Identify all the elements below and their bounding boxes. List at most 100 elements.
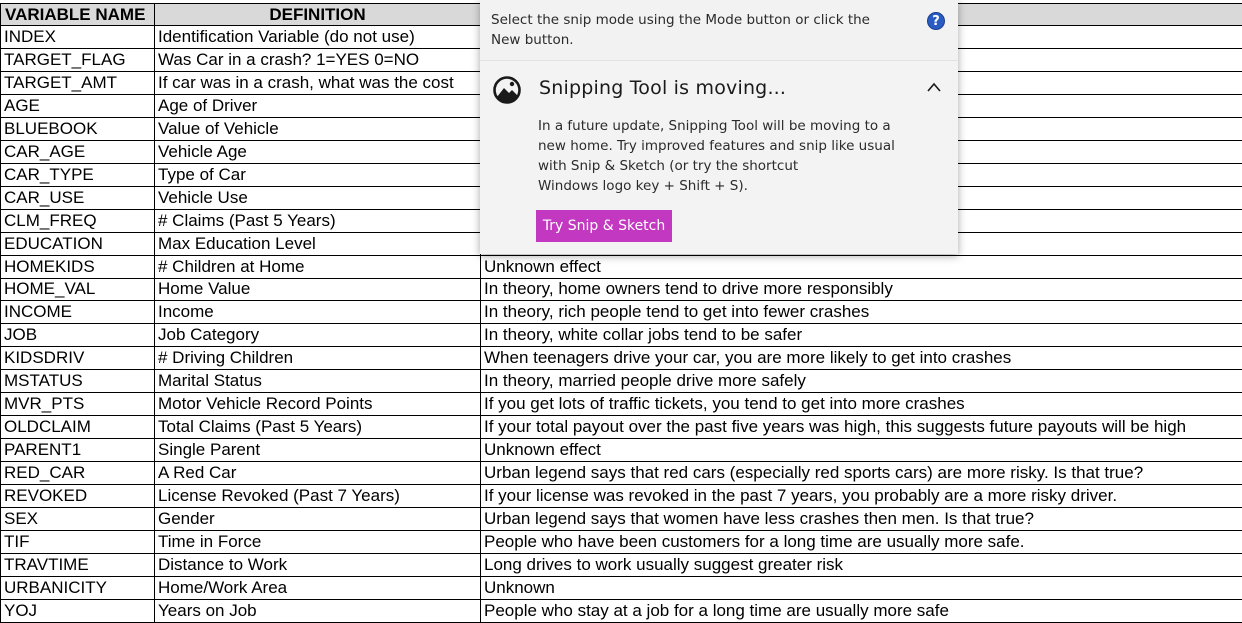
cell-effect[interactable]: People who have been customers for a lon… [481,531,1242,554]
cell-definition[interactable]: Job Category [155,324,481,348]
notice-body-line: new home. Try improved features and snip… [538,138,895,154]
cell-definition[interactable]: Value of Vehicle [155,117,481,141]
cell-variable-name[interactable]: SEX [0,507,155,531]
table-row: TRAVTIME Distance to Work Long drives to w… [0,553,1242,577]
cell-definition[interactable]: Identification Variable (do not use) [155,26,481,49]
cell-definition[interactable]: Income [155,301,481,325]
cell-variable-name[interactable]: CAR_USE [0,186,155,210]
cell-definition[interactable]: # Claims (Past 5 Years) [155,209,481,233]
cell-definition[interactable]: Gender [155,507,481,531]
cell-effect[interactable]: Unknown [481,577,1242,600]
table-row: KIDSDRIV # Driving Children When teenagers… [0,347,1242,371]
snip-instructions-bar: Select the snip mode using the Mode butt… [480,0,958,61]
cell-definition[interactable]: Max Education Level [155,232,481,256]
cell-variable-name[interactable]: HOME_VAL [0,278,155,302]
snip-sketch-logo-icon [493,76,521,104]
cell-variable-name[interactable]: INCOME [0,301,155,325]
cell-effect[interactable]: People who stay at a job for a long time… [481,600,1242,623]
notice-body-line: with Snip & Sketch (or try the shortcut [538,158,799,174]
table-row: TIF Time in Force People who have been cus… [0,530,1242,554]
cell-definition[interactable]: Marital Status [155,370,481,394]
notice-title: Snipping Tool is moving... [539,77,787,99]
cell-definition[interactable]: Single Parent [155,439,481,463]
cell-definition[interactable]: Years on Job [155,599,481,623]
cell-effect[interactable]: If your license was revoked in the past … [481,485,1242,508]
table-row: INCOME Income In theory, rich people tend … [0,301,1242,325]
cell-definition[interactable]: Total Claims (Past 5 Years) [155,416,481,440]
cell-effect[interactable]: If you get lots of traffic tickets, you … [481,393,1242,417]
cell-definition[interactable]: Home/Work Area [155,576,481,600]
cell-variable-name[interactable]: MSTATUS [0,370,155,394]
cell-effect[interactable]: Urban legend says that red cars (especia… [481,462,1242,486]
cell-variable-name[interactable]: EDUCATION [0,232,155,256]
cell-definition[interactable]: License Revoked (Past 7 Years) [155,485,481,508]
cell-definition[interactable]: Type of Car [155,163,481,187]
notice-body: In a future update, Snipping Tool will b… [538,116,918,196]
cell-variable-name[interactable]: INDEX [0,26,155,49]
cell-variable-name[interactable]: TRAVTIME [0,553,155,577]
table-row: URBANICITY Home/Work Area Unknown [0,576,1242,600]
table-row: MVR_PTS Motor Vehicle Record Points If you… [0,393,1242,417]
cell-effect[interactable]: In theory, married people drive more saf… [481,370,1242,394]
cell-definition[interactable]: Age of Driver [155,94,481,118]
cell-effect[interactable]: Long drives to work usually suggest grea… [481,554,1242,577]
table-row: PARENT1 Single Parent Unknown effect [0,439,1242,463]
cell-effect[interactable]: Unknown effect [481,256,1242,279]
header-variable-name[interactable]: VARIABLE NAME [0,3,155,26]
cell-variable-name[interactable]: CAR_AGE [0,140,155,164]
cell-effect[interactable]: If your total payout over the past five … [481,416,1242,440]
cell-effect[interactable]: Unknown effect [481,439,1242,463]
notice-body-line: In a future update, Snipping Tool will b… [538,118,891,134]
table-row: MSTATUS Marital Status In theory, married … [0,370,1242,394]
table-row: JOB Job Category In theory, white collar j… [0,324,1242,348]
cell-variable-name[interactable]: BLUEBOOK [0,117,155,141]
cell-variable-name[interactable]: RED_CAR [0,462,155,486]
cell-variable-name[interactable]: TARGET_AMT [0,71,155,95]
cell-variable-name[interactable]: HOMEKIDS [0,255,155,279]
cell-variable-name[interactable]: OLDCLAIM [0,416,155,440]
table-row: HOME_VAL Home Value In theory, home owners… [0,278,1242,302]
chevron-up-icon[interactable] [926,81,942,93]
cell-variable-name[interactable]: MVR_PTS [0,393,155,417]
cell-variable-name[interactable]: YOJ [0,599,155,623]
cell-variable-name[interactable]: CAR_TYPE [0,163,155,187]
cell-definition[interactable]: Motor Vehicle Record Points [155,393,481,417]
table-row: RED_CAR A Red Car Urban legend says that r… [0,462,1242,486]
cell-variable-name[interactable]: CLM_FREQ [0,209,155,233]
cell-variable-name[interactable]: TARGET_FLAG [0,48,155,72]
cell-variable-name[interactable]: AGE [0,94,155,118]
cell-variable-name[interactable]: URBANICITY [0,576,155,600]
cell-definition[interactable]: If car was in a crash, what was the cost [155,71,481,95]
cell-definition[interactable]: Vehicle Use [155,186,481,210]
cell-definition[interactable]: Home Value [155,278,481,302]
snip-instruction-text: Select the snip mode using the Mode butt… [491,12,870,48]
cell-variable-name[interactable]: KIDSDRIV [0,347,155,371]
cell-definition[interactable]: A Red Car [155,462,481,486]
cell-effect[interactable]: When teenagers drive your car, you are m… [481,347,1242,371]
table-row: REVOKED License Revoked (Past 7 Years) If … [0,485,1242,508]
cell-definition[interactable]: Was Car in a crash? 1=YES 0=NO [155,48,481,72]
cell-effect[interactable]: In theory, rich people tend to get into … [481,301,1242,325]
cell-effect[interactable]: In theory, white collar jobs tend to be … [481,324,1242,348]
cell-effect[interactable]: In theory, home owners tend to drive mor… [481,278,1242,302]
cell-variable-name[interactable]: TIF [0,530,155,554]
cell-definition[interactable]: # Driving Children [155,347,481,371]
table-row: SEX Gender Urban legend says that women ha… [0,507,1242,531]
cell-definition[interactable]: Vehicle Age [155,140,481,164]
cell-definition[interactable]: # Children at Home [155,255,481,279]
cell-effect[interactable]: Urban legend says that women have less c… [481,508,1242,531]
snipping-tool-window: Select the snip mode using the Mode butt… [480,0,958,254]
cell-definition[interactable]: Distance to Work [155,553,481,577]
cell-variable-name[interactable]: REVOKED [0,485,155,508]
moving-notice-panel: Snipping Tool is moving... In a future u… [480,61,958,254]
cell-variable-name[interactable]: PARENT1 [0,439,155,463]
notice-body-line: Windows logo key + Shift + S). [538,178,748,194]
table-row: YOJ Years on Job People who stay at a job … [0,599,1242,623]
table-row: OLDCLAIM Total Claims (Past 5 Years) If yo… [0,416,1242,440]
cell-definition[interactable]: Time in Force [155,530,481,554]
cell-variable-name[interactable]: JOB [0,324,155,348]
try-snip-sketch-button[interactable]: Try Snip & Sketch [536,210,672,242]
table-row: HOMEKIDS # Children at Home Unknown effect [0,255,1242,279]
help-icon[interactable]: ? [927,12,945,30]
header-definition[interactable]: DEFINITION [155,3,481,26]
